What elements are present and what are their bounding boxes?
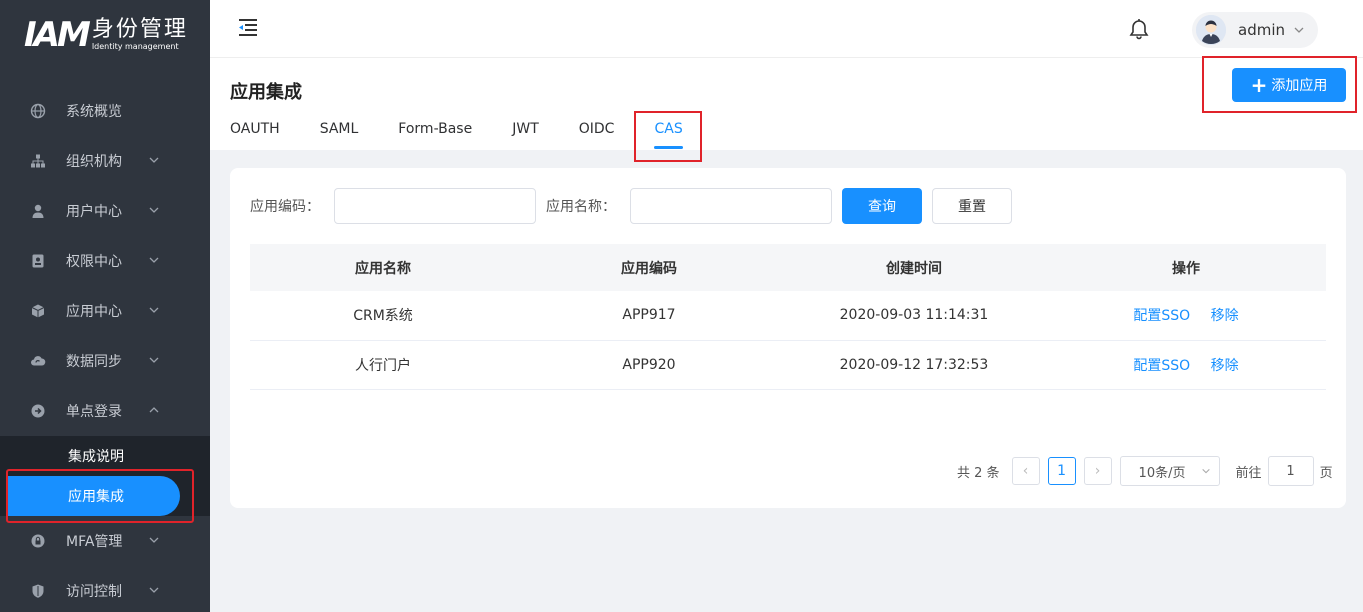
globe-icon	[30, 103, 46, 119]
page-unit-label: 页	[1319, 465, 1333, 481]
chevron-down-icon	[149, 257, 159, 263]
pagination: 共 2 条 ‹ 1 › 10条/页 前往 1 页	[957, 456, 1333, 486]
page-header: 应用集成 + 添加应用 OAUTH SAML Form-Base JWT OID…	[210, 58, 1363, 150]
query-button[interactable]: 查询	[842, 188, 922, 224]
column-header-code: 应用编码	[621, 260, 677, 277]
page-size-select[interactable]: 10条/页	[1119, 456, 1220, 486]
logo-text: 身份管理 Identity management	[92, 18, 188, 52]
reset-button[interactable]: 重置	[932, 188, 1012, 224]
cell-actions: 配置SSO 移除	[1046, 291, 1326, 340]
cell-created-time: 2020-09-03 11:14:31	[839, 307, 989, 324]
cell-app-code: APP920	[622, 356, 676, 373]
top-header: admin	[210, 0, 1363, 58]
menu-fold-icon[interactable]	[238, 18, 258, 36]
sidebar-item-mfa[interactable]: MFA管理	[0, 516, 210, 566]
sidebar-item-label: 系统概览	[66, 104, 122, 120]
sidebar-item-overview[interactable]: 系统概览	[0, 86, 210, 136]
configure-sso-link[interactable]: 配置SSO	[1133, 358, 1190, 374]
sidebar-item-label: 访问控制	[66, 584, 122, 600]
chevron-down-icon	[149, 307, 159, 313]
sidebar-item-label: 数据同步	[66, 354, 122, 370]
sidebar-item-label: 权限中心	[66, 254, 122, 270]
lock-icon	[30, 533, 46, 549]
app-name-input[interactable]	[630, 188, 832, 224]
column-header-created: 创建时间	[886, 260, 942, 277]
app-table: 应用名称 应用编码 创建时间 操作 CRM系统 APP917 2020-09-0…	[250, 244, 1326, 390]
sidebar-item-sso[interactable]: 单点登录	[0, 386, 210, 436]
sidebar-menu: 系统概览 组织机构 用户中心 权限中心 应用中心 数据同步 单点登录 集成说明 …	[0, 86, 210, 612]
chevron-down-icon	[149, 207, 159, 213]
cloud-sync-icon	[30, 353, 46, 369]
sidebar-item-label: MFA管理	[66, 534, 123, 550]
app-code-label: 应用编码：	[250, 199, 320, 215]
logo-mark: IAM	[24, 15, 91, 55]
remove-link[interactable]: 移除	[1211, 358, 1239, 374]
cell-actions: 配置SSO 移除	[1046, 340, 1326, 389]
chevron-down-icon	[1294, 27, 1304, 33]
cube-icon	[30, 303, 46, 319]
logo-title: 身份管理	[91, 17, 188, 42]
highlight-box-cas-tab	[634, 111, 702, 162]
content-card: 应用编码： 应用名称： 查询 重置 应用名称 应用编码 创建时间 操作 CRM系…	[230, 168, 1346, 508]
sidebar-item-access-control[interactable]: 访问控制	[0, 566, 210, 612]
user-menu[interactable]: admin	[1192, 12, 1318, 48]
org-icon	[30, 153, 46, 169]
badge-icon	[30, 253, 46, 269]
logo-subtitle: Identity management	[91, 42, 179, 51]
chevron-down-icon	[1201, 468, 1210, 474]
highlight-box-add-button	[1202, 56, 1357, 113]
sidebar-item-permissions[interactable]: 权限中心	[0, 236, 210, 286]
avatar-person-icon	[1196, 15, 1226, 45]
chevron-down-icon	[149, 537, 159, 543]
goto-label: 前往	[1235, 465, 1262, 481]
sidebar-item-users[interactable]: 用户中心	[0, 186, 210, 236]
highlight-box-submenu	[6, 469, 194, 523]
app: IAM 身份管理 Identity management 系统概览 组织机构 用…	[0, 0, 1363, 612]
bell-icon[interactable]	[1128, 18, 1150, 40]
shield-icon	[30, 583, 46, 599]
app-code-input[interactable]	[334, 188, 536, 224]
remove-link[interactable]: 移除	[1211, 308, 1239, 324]
avatar	[1196, 15, 1226, 45]
tab-jwt[interactable]: JWT	[512, 120, 539, 150]
tab-oidc[interactable]: OIDC	[579, 120, 615, 150]
tab-oauth[interactable]: OAUTH	[230, 120, 280, 150]
column-header-name: 应用名称	[355, 260, 411, 277]
configure-sso-link[interactable]: 配置SSO	[1133, 308, 1190, 324]
prev-page-button[interactable]: ‹	[1011, 457, 1040, 485]
page-title: 应用集成	[230, 82, 302, 103]
search-form: 应用编码： 应用名称： 查询 重置	[250, 188, 1012, 224]
cell-created-time: 2020-09-12 17:32:53	[839, 356, 989, 373]
logo[interactable]: IAM 身份管理 Identity management	[0, 0, 210, 70]
table-row: CRM系统 APP917 2020-09-03 11:14:31 配置SSO 移…	[250, 291, 1326, 340]
table-header-row: 应用名称 应用编码 创建时间 操作	[250, 244, 1326, 291]
chevron-down-icon	[149, 587, 159, 593]
sidebar-item-label: 组织机构	[66, 154, 122, 170]
user-icon	[30, 203, 46, 219]
login-icon	[30, 403, 46, 419]
column-header-actions: 操作	[1172, 260, 1200, 277]
page-number-button[interactable]: 1	[1047, 457, 1076, 485]
sidebar-item-label: 单点登录	[66, 404, 122, 420]
page-size-value: 10条/页	[1138, 465, 1186, 481]
cell-app-name: CRM系统	[353, 308, 413, 325]
sidebar-item-label: 应用中心	[66, 304, 122, 320]
tab-form-base[interactable]: Form-Base	[398, 120, 472, 150]
app-name-label: 应用名称：	[546, 199, 616, 215]
sidebar-item-data-sync[interactable]: 数据同步	[0, 336, 210, 386]
tab-saml[interactable]: SAML	[320, 120, 359, 150]
username: admin	[1238, 21, 1285, 39]
sidebar-item-apps[interactable]: 应用中心	[0, 286, 210, 336]
sidebar-item-label: 用户中心	[66, 204, 122, 220]
table-row: 人行门户 APP920 2020-09-12 17:32:53 配置SSO 移除	[250, 340, 1326, 389]
next-page-button[interactable]: ›	[1083, 457, 1112, 485]
chevron-down-icon	[149, 357, 159, 363]
pagination-total: 共 2 条	[957, 465, 1000, 481]
chevron-up-icon	[149, 407, 159, 413]
goto-page-input[interactable]: 1	[1267, 456, 1314, 486]
cell-app-name: 人行门户	[355, 357, 411, 374]
sidebar-item-organization[interactable]: 组织机构	[0, 136, 210, 186]
chevron-down-icon	[149, 157, 159, 163]
cell-app-code: APP917	[622, 307, 676, 324]
